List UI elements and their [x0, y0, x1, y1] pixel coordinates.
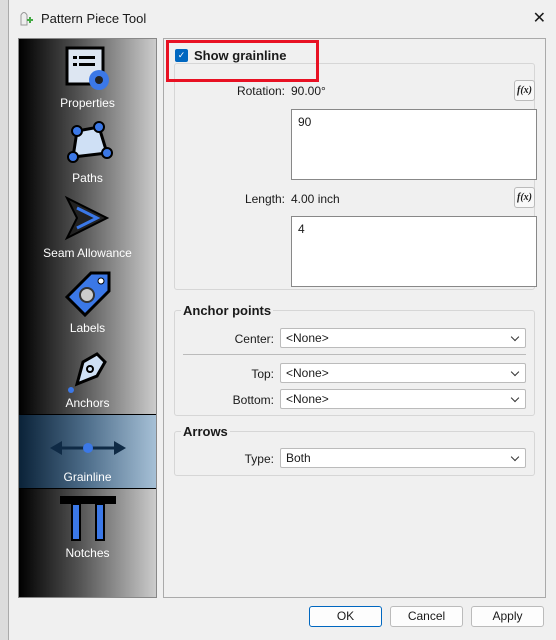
window-title: Pattern Piece Tool — [41, 10, 147, 26]
labels-icon — [64, 271, 110, 318]
grainline-group: Rotation: 90.00° f(x) 90 Length: 4.00 in… — [174, 63, 537, 290]
sidebar-item-seam-allowance[interactable]: Seam Allowance — [19, 189, 156, 264]
apply-button[interactable]: Apply — [471, 606, 544, 627]
sidebar-item-labels[interactable]: Labels — [19, 264, 156, 339]
grainline-panel: Rotation: 90.00° f(x) 90 Length: 4.00 in… — [163, 38, 546, 598]
rotation-value: 90.00° — [291, 84, 326, 98]
cancel-button[interactable]: Cancel — [390, 606, 463, 627]
rotation-label: Rotation: — [236, 84, 285, 98]
top-label: Top: — [251, 367, 274, 381]
center-select[interactable]: <None> — [280, 328, 526, 348]
paths-icon — [66, 121, 113, 163]
bottom-select[interactable]: <None> — [280, 389, 526, 409]
arrow-type-label: Type: — [244, 452, 274, 466]
highlight-box — [166, 40, 319, 82]
center-label: Center: — [234, 332, 274, 346]
top-select[interactable]: <None> — [280, 363, 526, 383]
rotation-formula-button[interactable]: f(x) — [514, 80, 535, 101]
arrows-title: Arrows — [181, 424, 230, 439]
anchor-points-title: Anchor points — [181, 303, 274, 318]
anchors-icon — [67, 352, 107, 393]
sidebar: Properties Paths Seam Allowance Labels A… — [18, 38, 157, 598]
ok-button[interactable]: OK — [309, 606, 382, 627]
sidebar-item-grainline[interactable]: Grainline — [19, 414, 156, 489]
arrow-type-select[interactable]: Both — [280, 448, 526, 468]
length-value: 4.00 inch — [291, 192, 340, 206]
pattern-piece-dialog: Pattern Piece Tool ✕ Properties Paths Se… — [8, 0, 556, 640]
anchor-points-group: Anchor points Center: <None> Top: <None>… — [174, 303, 535, 416]
properties-icon — [65, 46, 109, 90]
title-bar: Pattern Piece Tool ✕ — [9, 0, 556, 36]
length-formula-button[interactable]: f(x) — [514, 187, 535, 208]
sidebar-item-notches[interactable]: Notches — [19, 489, 156, 564]
length-label: Length: — [244, 192, 285, 206]
arrows-group: Arrows Type: Both — [174, 424, 535, 476]
close-button[interactable]: ✕ — [533, 8, 546, 28]
app-icon — [19, 10, 33, 26]
length-formula-input[interactable]: 4 — [291, 216, 537, 287]
sidebar-item-paths[interactable]: Paths — [19, 114, 156, 189]
bottom-label: Bottom: — [232, 393, 274, 407]
grainline-icon — [49, 441, 126, 455]
sidebar-item-properties[interactable]: Properties — [19, 39, 156, 114]
sidebar-item-anchors[interactable]: Anchors — [19, 339, 156, 414]
divider — [183, 354, 526, 355]
notches-icon — [59, 496, 116, 541]
rotation-formula-input[interactable]: 90 — [291, 109, 537, 180]
seam-allowance-icon — [64, 195, 109, 241]
